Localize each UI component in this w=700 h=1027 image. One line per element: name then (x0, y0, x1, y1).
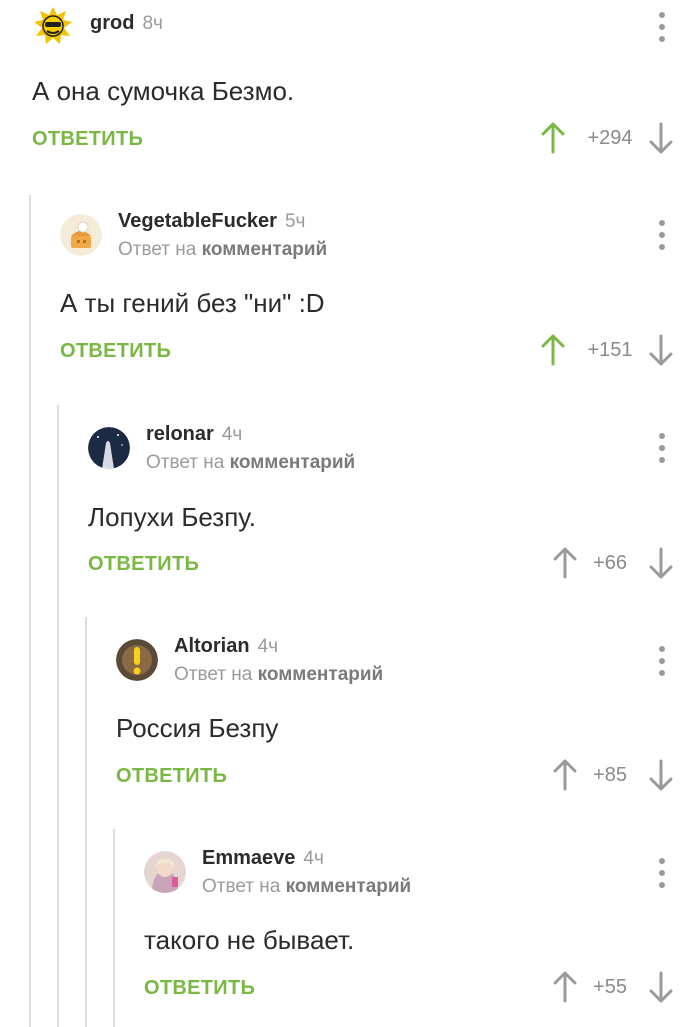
more-options-icon[interactable] (658, 12, 666, 42)
author-name[interactable]: Altorian (174, 635, 250, 657)
reply-button[interactable]: ОТВЕТИТЬ (60, 340, 171, 363)
vote-score: +151 (587, 338, 633, 361)
comment-text: А ты гений без "ни" :D (60, 288, 325, 318)
author-name[interactable]: VegetableFucker (118, 210, 277, 232)
downvote-icon[interactable] (648, 547, 674, 579)
comment-text: Лопухи Безпу. (88, 502, 256, 532)
author-name[interactable]: relonar (146, 423, 214, 445)
downvote-icon[interactable] (648, 759, 674, 791)
author-name[interactable]: Emmaeve (202, 847, 295, 869)
vote-score: +294 (587, 126, 633, 149)
avatar[interactable] (144, 851, 186, 893)
reply-to-link[interactable]: комментарий (286, 876, 412, 897)
upvote-icon[interactable] (540, 122, 566, 154)
thread-line-1 (29, 195, 31, 1027)
comment-text: Россия Безпу (116, 713, 279, 743)
comment-time: 4ч (257, 636, 279, 657)
comment-time: 8ч (142, 13, 163, 34)
author-name[interactable]: grod (90, 12, 134, 34)
avatar[interactable] (60, 214, 102, 256)
reply-to-prefix: Ответ на (118, 239, 197, 260)
upvote-icon[interactable] (540, 334, 566, 366)
comment-time: 5ч (284, 211, 306, 232)
more-options-icon[interactable] (658, 220, 666, 250)
reply-button[interactable]: ОТВЕТИТЬ (144, 977, 255, 1000)
comment-text: А она сумочка Безмо. (32, 76, 295, 106)
comment-time: 4ч (221, 424, 243, 445)
upvote-icon[interactable] (552, 759, 578, 791)
reply-to-link[interactable]: комментарий (202, 239, 328, 260)
downvote-icon[interactable] (648, 122, 674, 154)
thread-line-3 (85, 617, 87, 1027)
vote-score: +85 (593, 763, 627, 786)
reply-to-prefix: Ответ на (146, 452, 225, 473)
more-options-icon[interactable] (658, 433, 666, 463)
vote-score: +66 (593, 551, 627, 574)
avatar[interactable] (32, 5, 74, 47)
reply-button[interactable]: ОТВЕТИТЬ (32, 128, 143, 151)
avatar[interactable] (88, 427, 130, 469)
downvote-icon[interactable] (648, 971, 674, 1003)
more-options-icon[interactable] (658, 646, 666, 676)
downvote-icon[interactable] (648, 334, 674, 366)
upvote-icon[interactable] (552, 547, 578, 579)
reply-to-prefix: Ответ на (174, 664, 253, 685)
reply-button[interactable]: ОТВЕТИТЬ (116, 765, 227, 788)
comment-time: 4ч (303, 848, 324, 869)
reply-to-link[interactable]: комментарий (230, 452, 356, 473)
comment-text: такого не бывает. (144, 925, 355, 955)
more-options-icon[interactable] (658, 858, 666, 888)
avatar[interactable] (116, 639, 158, 681)
thread-line-4 (113, 829, 115, 1027)
vote-score: +55 (593, 975, 627, 998)
reply-button[interactable]: ОТВЕТИТЬ (88, 553, 199, 576)
thread-line-2 (57, 405, 59, 1027)
reply-to-prefix: Ответ на (202, 876, 281, 897)
reply-to-link[interactable]: комментарий (258, 664, 384, 685)
upvote-icon[interactable] (552, 971, 578, 1003)
